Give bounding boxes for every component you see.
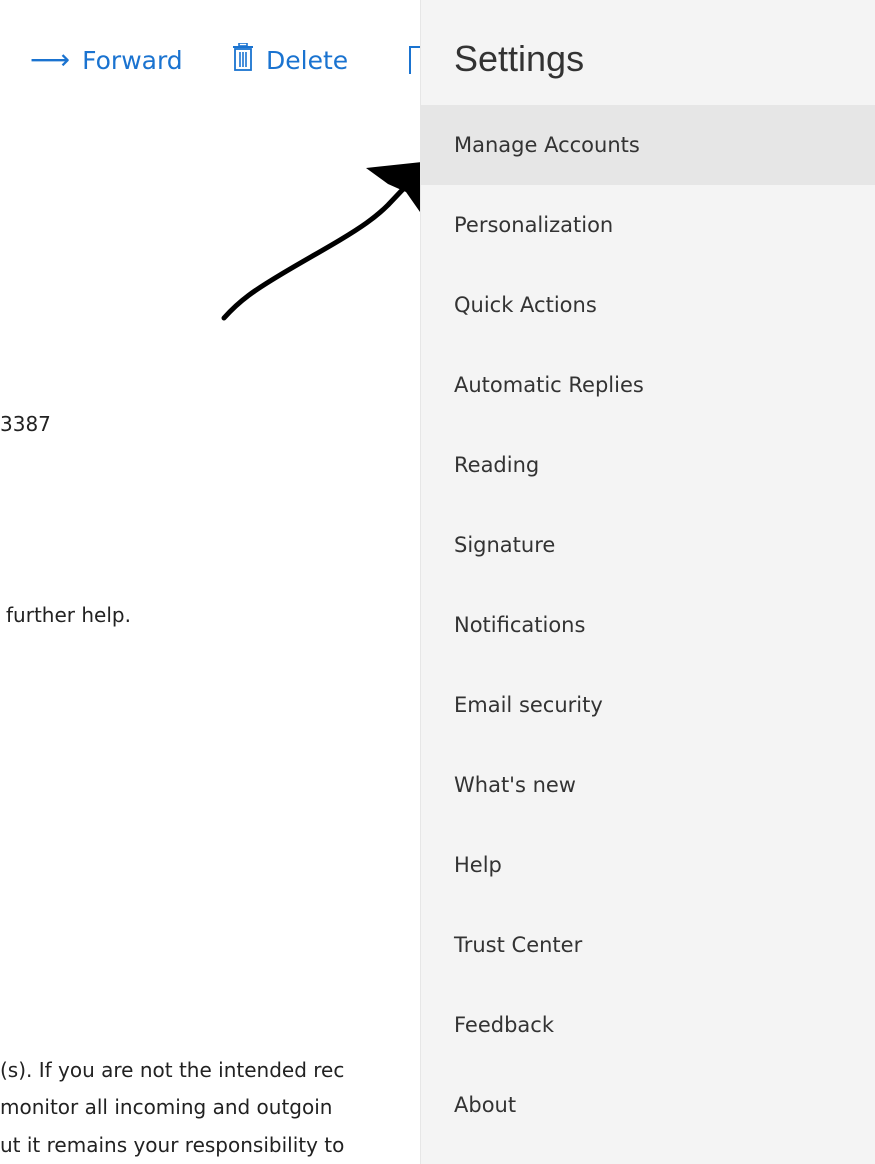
settings-item-label: Feedback [454, 1013, 555, 1037]
settings-item-help[interactable]: Help [421, 825, 875, 905]
settings-flyout: Settings Manage Accounts Personalization… [420, 0, 875, 1164]
settings-item-whats-new[interactable]: What's new [421, 745, 875, 825]
settings-item-signature[interactable]: Signature [421, 505, 875, 585]
delete-label: Delete [266, 45, 349, 75]
settings-item-label: Reading [454, 453, 540, 477]
settings-item-label: Personalization [454, 213, 614, 237]
settings-item-label: Manage Accounts [454, 133, 640, 157]
settings-item-label: What's new [454, 773, 576, 797]
settings-item-about[interactable]: About [421, 1065, 875, 1145]
delete-button[interactable]: Delete [232, 40, 348, 80]
settings-item-reading[interactable]: Reading [421, 425, 875, 505]
settings-item-label: Notifications [454, 613, 586, 637]
settings-item-label: Quick Actions [454, 293, 597, 317]
settings-title: Settings [454, 38, 585, 79]
settings-item-label: Help [454, 853, 502, 877]
email-text-line: further help. [6, 603, 131, 627]
partial-icon [409, 46, 420, 74]
email-disclaimer-line: monitor all incoming and outgoin [0, 1095, 333, 1119]
settings-item-automatic-replies[interactable]: Automatic Replies [421, 345, 875, 425]
settings-item-personalization[interactable]: Personalization [421, 185, 875, 265]
settings-item-email-security[interactable]: Email security [421, 665, 875, 745]
toolbar-button-partial[interactable] [409, 40, 420, 80]
settings-item-notifications[interactable]: Notifications [421, 585, 875, 665]
settings-item-label: Trust Center [454, 933, 583, 957]
settings-item-label: Signature [454, 533, 556, 557]
email-disclaimer-line: ut it remains your responsibility to [0, 1133, 345, 1157]
email-disclaimer-line: (s). If you are not the intended rec [0, 1058, 345, 1082]
settings-item-manage-accounts[interactable]: Manage Accounts [421, 105, 875, 185]
settings-item-quick-actions[interactable]: Quick Actions [421, 265, 875, 345]
settings-item-label: About [454, 1093, 517, 1117]
settings-item-label: Email security [454, 693, 603, 717]
settings-item-label: Automatic Replies [454, 373, 644, 397]
settings-menu: Manage Accounts Personalization Quick Ac… [421, 105, 875, 1145]
settings-item-feedback[interactable]: Feedback [421, 985, 875, 1065]
forward-button[interactable]: ⟶ Forward [30, 40, 183, 80]
forward-label: Forward [82, 45, 183, 75]
annotation-arrow [221, 162, 422, 321]
trash-icon [232, 42, 254, 77]
settings-item-trust-center[interactable]: Trust Center [421, 905, 875, 985]
arrow-right-icon: ⟶ [30, 43, 71, 76]
email-text-line: 3387 [0, 412, 51, 436]
